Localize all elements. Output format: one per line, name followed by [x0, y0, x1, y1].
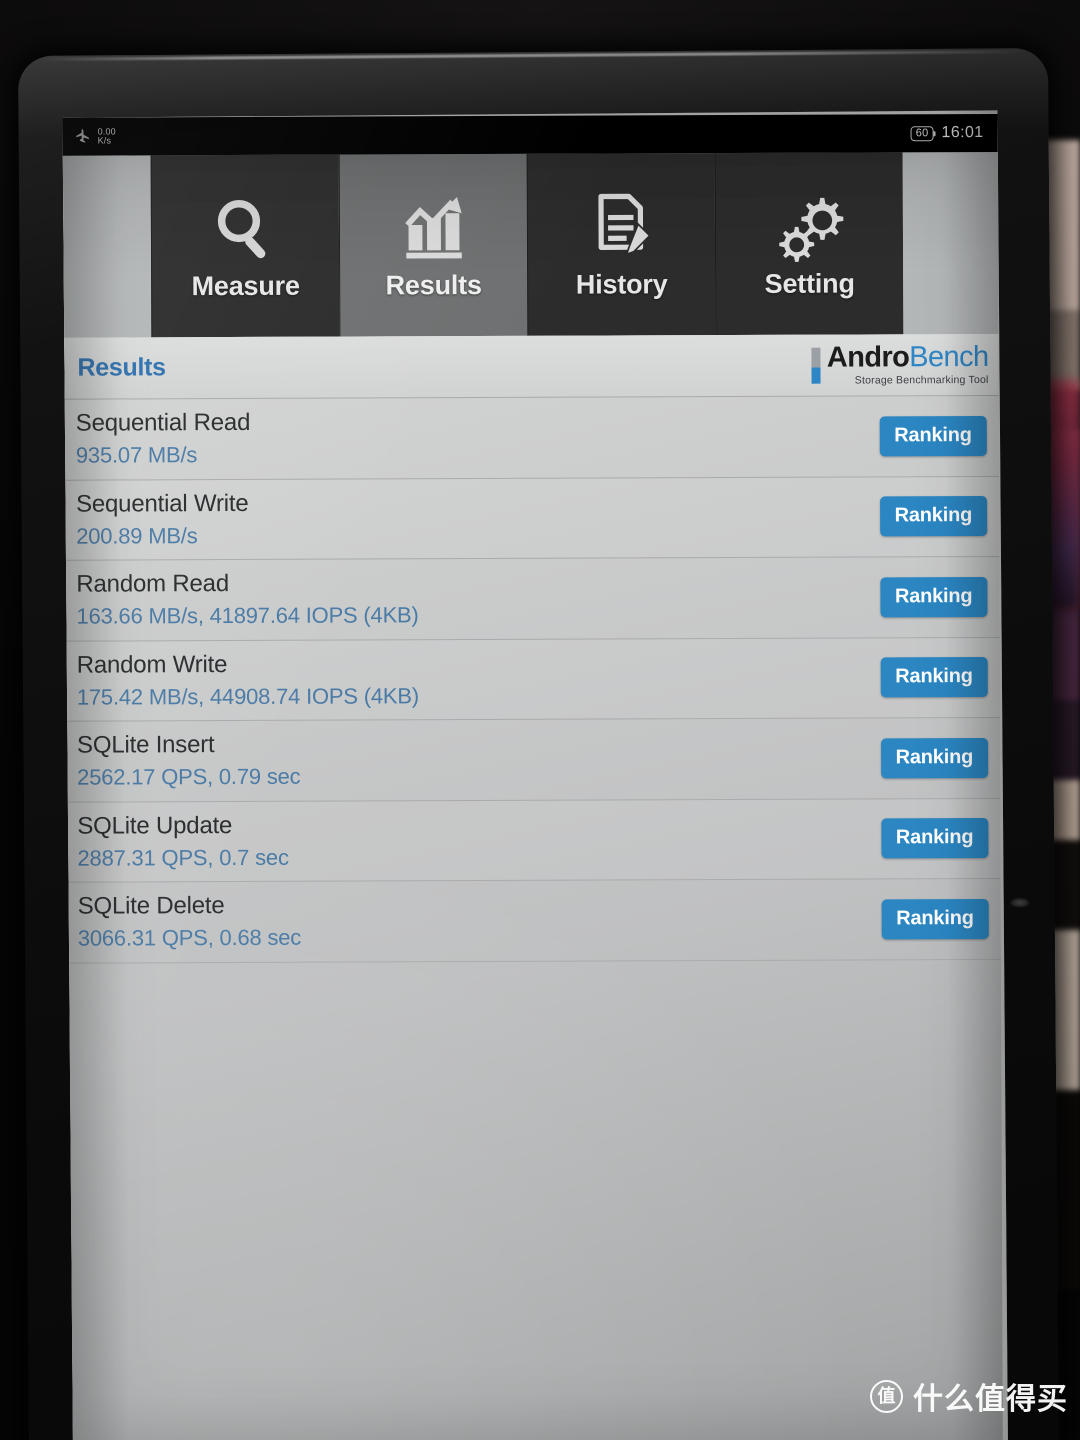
- tab-bar-right-pad: [902, 151, 999, 335]
- benchmark-value: 935.07 MB/s: [75, 442, 198, 468]
- status-bar: 0.00 K/s 60 16:01: [62, 113, 998, 156]
- camera-dot: [1010, 898, 1029, 908]
- table-row: Random Read 163.66 MB/s, 41897.64 IOPS (…: [64, 556, 1000, 642]
- logo-bar: [811, 347, 821, 384]
- status-bar-left: 0.00 K/s: [75, 126, 116, 146]
- benchmark-label: Random Read: [76, 570, 229, 598]
- status-bar-clock: 16:01: [941, 124, 984, 142]
- tab-results-label: Results: [385, 269, 482, 300]
- magnifier-icon: [217, 199, 265, 258]
- logo-text: AndroBench Storage Benchmarking Tool: [826, 341, 989, 387]
- row-texts: Random Read 163.66 MB/s, 41897.64 IOPS (…: [76, 570, 418, 630]
- row-texts: SQLite Update 2887.31 QPS, 0.7 sec: [77, 812, 289, 872]
- benchmark-label: SQLite Insert: [76, 731, 215, 759]
- watermark-badge: 值: [870, 1379, 903, 1413]
- ranking-button[interactable]: Ranking: [879, 496, 988, 537]
- logo-andro: Andro: [826, 341, 910, 374]
- bar-chart-icon: [404, 196, 462, 259]
- tab-measure-label: Measure: [191, 270, 300, 301]
- ranking-button[interactable]: Ranking: [879, 415, 987, 457]
- results-content: Results AndroBench Storage Benchmarking …: [63, 333, 1003, 1440]
- battery-indicator: 60: [910, 125, 934, 141]
- watermark-text: 什么值得买: [913, 1383, 1068, 1416]
- status-bar-right: 60 16:01: [910, 124, 984, 142]
- table-row: Sequential Read 935.07 MB/s Ranking: [63, 395, 999, 481]
- ranking-button[interactable]: Ranking: [879, 576, 988, 618]
- tab-results[interactable]: Results: [338, 153, 528, 337]
- benchmark-value: 2562.17 QPS, 0.79 sec: [77, 763, 301, 790]
- tab-setting-label: Setting: [764, 268, 855, 299]
- row-texts: SQLite Insert 2562.17 QPS, 0.79 sec: [77, 731, 301, 791]
- benchmark-value: 200.89 MB/s: [76, 522, 198, 549]
- tab-history[interactable]: History: [526, 153, 716, 336]
- benchmark-label: Sequential Write: [75, 489, 249, 518]
- logo-wordmark: AndroBench: [826, 341, 989, 374]
- ranking-button[interactable]: Ranking: [880, 657, 988, 698]
- ranking-button[interactable]: Ranking: [880, 737, 989, 779]
- results-header: Results AndroBench Storage Benchmarking …: [63, 333, 999, 400]
- benchmark-value: 3066.31 QPS, 0.68 sec: [77, 924, 302, 951]
- tablet-device: 0.00 K/s 60 16:01 Measure Results Histor…: [18, 47, 1059, 1440]
- tab-setting[interactable]: Setting: [714, 152, 904, 336]
- ranking-button[interactable]: Ranking: [881, 898, 989, 940]
- table-row: SQLite Update 2887.31 QPS, 0.7 sec Ranki…: [65, 798, 1001, 883]
- network-speed-unit: K/s: [97, 135, 112, 146]
- photo-of-tablet: 0.00 K/s 60 16:01 Measure Results Histor…: [0, 0, 1080, 1440]
- benchmark-label: Sequential Read: [75, 409, 251, 437]
- table-row: SQLite Delete 3066.31 QPS, 0.68 sec Rank…: [65, 878, 1001, 964]
- logo-tagline: Storage Benchmarking Tool: [854, 374, 989, 387]
- table-row: Random Write 175.42 MB/s, 44908.74 IOPS …: [64, 637, 1000, 722]
- airplane-mode-icon: [76, 128, 89, 143]
- document-pencil-icon: [597, 193, 651, 256]
- ranking-button[interactable]: Ranking: [880, 818, 989, 859]
- table-row: Sequential Write 200.89 MB/s Ranking: [63, 476, 1000, 561]
- benchmark-label: SQLite Delete: [77, 892, 225, 920]
- benchmark-label: Random Write: [76, 650, 228, 679]
- logo-bench: Bench: [909, 341, 989, 374]
- benchmark-value: 175.42 MB/s, 44908.74 IOPS (4KB): [76, 683, 420, 710]
- tab-bar: Measure Results History Setting: [62, 151, 999, 338]
- tab-history-label: History: [575, 268, 668, 300]
- tablet-screen: 0.00 K/s 60 16:01 Measure Results Histor…: [62, 110, 1008, 1440]
- benchmark-label: SQLite Update: [77, 811, 233, 840]
- row-texts: Random Write 175.42 MB/s, 44908.74 IOPS …: [77, 650, 419, 710]
- watermark: 值 什么值得买: [870, 1374, 1068, 1418]
- benchmark-value: 163.66 MB/s, 41897.64 IOPS (4KB): [76, 602, 419, 629]
- gears-icon: [778, 197, 843, 262]
- row-texts: Sequential Write 200.89 MB/s: [76, 490, 249, 550]
- benchmark-value: 2887.31 QPS, 0.7 sec: [77, 844, 289, 871]
- row-texts: SQLite Delete 3066.31 QPS, 0.68 sec: [78, 892, 302, 952]
- tab-bar-left-pad: [62, 155, 152, 338]
- table-row: SQLite Insert 2562.17 QPS, 0.79 sec Rank…: [64, 717, 1001, 803]
- tab-measure[interactable]: Measure: [150, 154, 340, 338]
- row-texts: Sequential Read 935.07 MB/s: [76, 409, 251, 469]
- network-speed: 0.00 K/s: [97, 126, 116, 146]
- page-title: Results: [77, 353, 166, 382]
- androbench-logo: AndroBench Storage Benchmarking Tool: [811, 341, 989, 387]
